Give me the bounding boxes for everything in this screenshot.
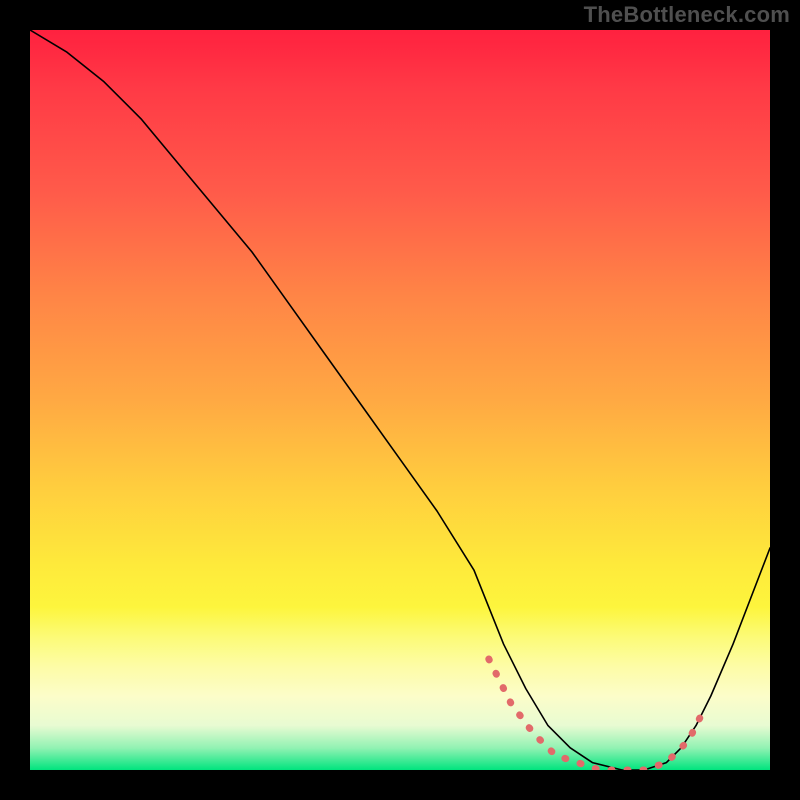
bottleneck-curve-line [30, 30, 770, 770]
chart-svg [30, 30, 770, 770]
chart-frame: TheBottleneck.com [0, 0, 800, 800]
valley-dotted-segment [489, 659, 704, 770]
plot-area [30, 30, 770, 770]
watermark-text: TheBottleneck.com [584, 2, 790, 28]
